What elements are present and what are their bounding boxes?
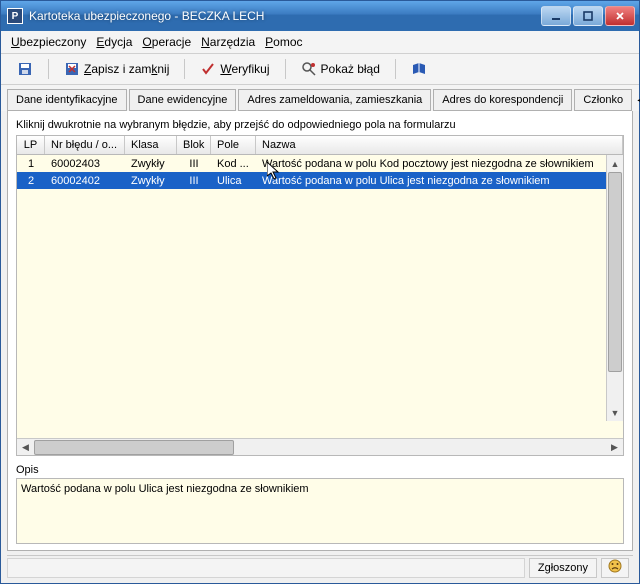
show-error-button[interactable]: Pokaż błąd	[295, 57, 386, 81]
titlebar[interactable]: P Kartoteka ubezpieczonego - BECZKA LECH	[1, 1, 639, 31]
status-spacer	[7, 558, 525, 578]
cell-klasa: Zwykły	[125, 157, 177, 171]
tab-bar: Dane identyfikacyjne Dane ewidencyjne Ad…	[1, 85, 639, 111]
col-nr[interactable]: Nr błędu / o...	[45, 136, 125, 154]
cell-klasa: Zwykły	[125, 174, 177, 188]
help-button[interactable]	[405, 57, 433, 81]
cell-nazwa: Wartość podana w polu Ulica jest niezgod…	[256, 174, 623, 188]
toolbar-separator	[395, 59, 396, 79]
table-header: LP Nr błędu / o... Klasa Blok Pole Nazwa	[17, 136, 623, 155]
scroll-up-icon[interactable]: ▲	[607, 155, 623, 172]
vertical-scrollbar[interactable]: ▲ ▼	[606, 155, 623, 421]
col-blok[interactable]: Blok	[177, 136, 211, 154]
magnifier-icon	[301, 61, 317, 77]
scroll-left-icon[interactable]: ◀	[17, 439, 34, 456]
scroll-right-icon[interactable]: ▶	[606, 439, 623, 456]
description-label: Opis	[16, 464, 624, 476]
menu-narzedzia[interactable]: Narzędzia	[201, 35, 255, 49]
save-icon	[17, 61, 33, 77]
table-row[interactable]: 2 60002402 Zwykły III Ulica Wartość poda…	[17, 172, 623, 189]
error-table: LP Nr błędu / o... Klasa Blok Pole Nazwa…	[16, 135, 624, 456]
app-icon: P	[7, 8, 23, 24]
sad-face-icon	[608, 559, 622, 576]
minimize-button[interactable]	[541, 6, 571, 26]
cell-pole: Ulica	[211, 174, 256, 188]
tab-dane-identyfikacyjne[interactable]: Dane identyfikacyjne	[7, 89, 127, 111]
cell-lp: 2	[17, 174, 45, 188]
table-row[interactable]: 1 60002403 Zwykły III Kod ... Wartość po…	[17, 155, 623, 172]
horizontal-scrollbar[interactable]: ◀ ▶	[17, 438, 623, 455]
save-close-icon	[64, 61, 80, 77]
cell-lp: 1	[17, 157, 45, 171]
hint-text: Kliknij dwukrotnie na wybranym błędzie, …	[16, 119, 624, 131]
show-error-label: Pokaż błąd	[321, 62, 380, 76]
tab-content: Kliknij dwukrotnie na wybranym błędzie, …	[7, 111, 633, 551]
col-klasa[interactable]: Klasa	[125, 136, 177, 154]
tab-scroll: ◀ ▶	[634, 92, 640, 108]
tab-scroll-left-icon[interactable]: ◀	[634, 92, 640, 108]
status-label: Zgłoszony	[538, 562, 588, 574]
toolbar: Zapisz i zamknij Weryfikuj Pokaż błąd	[1, 54, 639, 85]
cell-pole: Kod ...	[211, 157, 256, 171]
check-icon	[200, 61, 216, 77]
menu-operacje[interactable]: Operacje	[142, 35, 191, 49]
book-icon	[411, 61, 427, 77]
cell-blok: III	[177, 157, 211, 171]
scroll-down-icon[interactable]: ▼	[607, 404, 623, 421]
maximize-button[interactable]	[573, 6, 603, 26]
verify-label: Weryfikuj	[220, 62, 269, 76]
tab-czlonkowie[interactable]: Członko	[574, 89, 632, 111]
col-lp[interactable]: LP	[17, 136, 45, 154]
description-text: Wartość podana w polu Ulica jest niezgod…	[21, 483, 309, 495]
menu-edycja[interactable]: Edycja	[96, 35, 132, 49]
verify-button[interactable]: Weryfikuj	[194, 57, 275, 81]
toolbar-separator	[184, 59, 185, 79]
tab-adres-zameldowania[interactable]: Adres zameldowania, zamieszkania	[238, 89, 431, 111]
status-zgloszony: Zgłoszony	[529, 558, 597, 578]
status-face	[601, 558, 629, 578]
col-pole[interactable]: Pole	[211, 136, 256, 154]
save-button[interactable]	[11, 57, 39, 81]
app-window: P Kartoteka ubezpieczonego - BECZKA LECH…	[0, 0, 640, 584]
cell-nr: 60002402	[45, 174, 125, 188]
cell-nazwa: Wartość podana w polu Kod pocztowy jest …	[256, 157, 623, 171]
window-buttons	[541, 6, 635, 26]
tab-adres-korespondencji[interactable]: Adres do korespondencji	[433, 89, 572, 111]
window-title: Kartoteka ubezpieczonego - BECZKA LECH	[29, 9, 541, 23]
menu-pomoc[interactable]: Pomoc	[265, 35, 302, 49]
cell-blok: III	[177, 174, 211, 188]
description-field[interactable]: Wartość podana w polu Ulica jest niezgod…	[16, 478, 624, 544]
scroll-thumb[interactable]	[34, 440, 234, 455]
scroll-thumb[interactable]	[608, 172, 622, 372]
tab-dane-ewidencyjne[interactable]: Dane ewidencyjne	[129, 89, 237, 111]
scroll-track[interactable]	[34, 440, 606, 455]
cell-nr: 60002403	[45, 157, 125, 171]
save-close-button[interactable]: Zapisz i zamknij	[58, 57, 175, 81]
statusbar: Zgłoszony	[7, 555, 633, 579]
menu-ubezpieczony[interactable]: Ubezpieczony	[11, 35, 86, 49]
toolbar-separator	[48, 59, 49, 79]
menubar: Ubezpieczony Edycja Operacje Narzędzia P…	[1, 31, 639, 54]
close-button[interactable]	[605, 6, 635, 26]
save-close-label: Zapisz i zamknij	[84, 62, 169, 76]
col-nazwa[interactable]: Nazwa	[256, 136, 623, 154]
table-body: 1 60002403 Zwykły III Kod ... Wartość po…	[17, 155, 623, 438]
toolbar-separator	[285, 59, 286, 79]
